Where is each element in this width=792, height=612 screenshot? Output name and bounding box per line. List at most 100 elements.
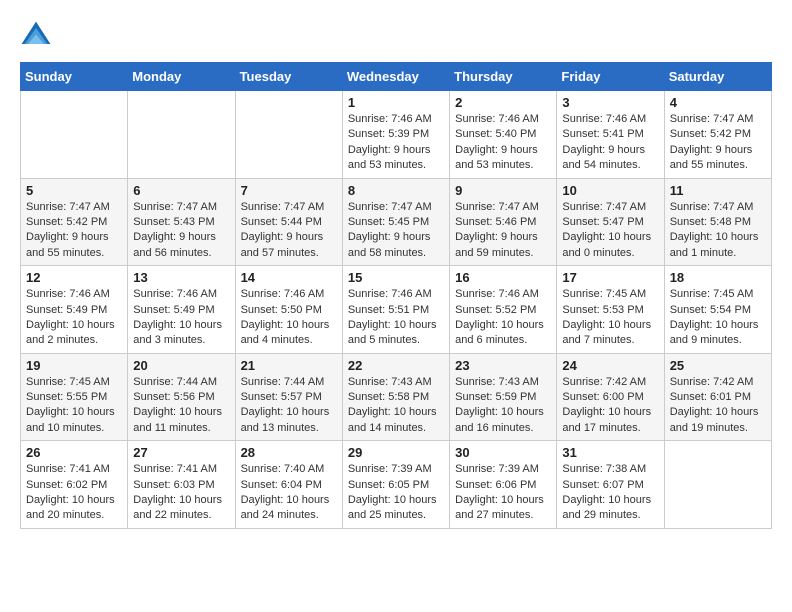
day-number: 13 [133,270,229,285]
calendar-cell: 30 Sunrise: 7:39 AM Sunset: 6:06 PM Dayli… [450,441,557,529]
day-number: 21 [241,358,337,373]
week-row: 1 Sunrise: 7:46 AM Sunset: 5:39 PM Daylig… [21,91,772,179]
calendar-cell [21,91,128,179]
calendar-cell: 31 Sunrise: 7:38 AM Sunset: 6:07 PM Dayli… [557,441,664,529]
day-number: 1 [348,95,444,110]
day-number: 28 [241,445,337,460]
day-number: 11 [670,183,766,198]
day-header-friday: Friday [557,63,664,91]
day-info: Sunrise: 7:39 AM Sunset: 6:06 PM Dayligh… [455,462,551,524]
calendar-cell: 10Sunrise: 7:47 AM Sunset: 5:47 PM Dayli… [557,178,664,266]
week-row: 12 Sunrise: 7:46 AM Sunset: 5:49 PM Dayli… [21,266,772,354]
week-row: 5 Sunrise: 7:47 AM Sunset: 5:42 PM Daylig… [21,178,772,266]
day-info: Sunrise: 7:39 AM Sunset: 6:05 PM Dayligh… [348,462,444,524]
day-info: Sunrise: 7:46 AM Sunset: 5:40 PM Dayligh… [455,112,551,174]
week-row: 26 Sunrise: 7:41 AM Sunset: 6:02 PM Dayli… [21,441,772,529]
day-number: 24 [562,358,658,373]
day-info: Sunrise: 7:46 AM Sunset: 5:49 PM Dayligh… [26,287,122,349]
day-info: Sunrise: 7:47 AM Sunset: 5:46 PM Dayligh… [455,200,551,262]
calendar-cell [128,91,235,179]
day-info: Sunrise: 7:40 AM Sunset: 6:04 PM Dayligh… [241,462,337,524]
day-info: Sunrise: 7:46 AM Sunset: 5:51 PM Dayligh… [348,287,444,349]
day-number: 31 [562,445,658,460]
calendar-cell: 4 Sunrise: 7:47 AM Sunset: 5:42 PM Daylig… [664,91,771,179]
calendar-cell: 11 Sunrise: 7:47 AM Sunset: 5:48 PM Dayli… [664,178,771,266]
calendar-cell: 17 Sunrise: 7:45 AM Sunset: 5:53 PM Dayli… [557,266,664,354]
day-info: Sunrise: 7:47 AM Sunset: 5:48 PM Dayligh… [670,200,766,262]
day-number: 5 [26,183,122,198]
calendar-cell: 1 Sunrise: 7:46 AM Sunset: 5:39 PM Daylig… [342,91,449,179]
header-row: SundayMondayTuesdayWednesdayThursdayFrid… [21,63,772,91]
day-number: 18 [670,270,766,285]
day-number: 8 [348,183,444,198]
day-info: Sunrise: 7:45 AM Sunset: 5:55 PM Dayligh… [26,375,122,437]
calendar-cell [664,441,771,529]
calendar-cell: 23 Sunrise: 7:43 AM Sunset: 5:59 PM Dayli… [450,353,557,441]
calendar-cell: 28 Sunrise: 7:40 AM Sunset: 6:04 PM Dayli… [235,441,342,529]
header [20,20,772,52]
day-info: Sunrise: 7:44 AM Sunset: 5:57 PM Dayligh… [241,375,337,437]
calendar-cell: 22Sunrise: 7:43 AM Sunset: 5:58 PM Dayli… [342,353,449,441]
day-number: 29 [348,445,444,460]
day-number: 6 [133,183,229,198]
day-number: 17 [562,270,658,285]
day-number: 4 [670,95,766,110]
day-header-saturday: Saturday [664,63,771,91]
day-info: Sunrise: 7:38 AM Sunset: 6:07 PM Dayligh… [562,462,658,524]
day-header-sunday: Sunday [21,63,128,91]
day-number: 30 [455,445,551,460]
day-info: Sunrise: 7:45 AM Sunset: 5:54 PM Dayligh… [670,287,766,349]
day-number: 12 [26,270,122,285]
calendar-cell: 14Sunrise: 7:46 AM Sunset: 5:50 PM Dayli… [235,266,342,354]
calendar-cell [235,91,342,179]
day-info: Sunrise: 7:46 AM Sunset: 5:49 PM Dayligh… [133,287,229,349]
day-info: Sunrise: 7:47 AM Sunset: 5:45 PM Dayligh… [348,200,444,262]
calendar-cell: 12 Sunrise: 7:46 AM Sunset: 5:49 PM Dayli… [21,266,128,354]
day-info: Sunrise: 7:46 AM Sunset: 5:39 PM Dayligh… [348,112,444,174]
day-number: 3 [562,95,658,110]
calendar-cell: 2Sunrise: 7:46 AM Sunset: 5:40 PM Daylig… [450,91,557,179]
calendar-cell: 26 Sunrise: 7:41 AM Sunset: 6:02 PM Dayli… [21,441,128,529]
day-info: Sunrise: 7:44 AM Sunset: 5:56 PM Dayligh… [133,375,229,437]
calendar-cell: 7 Sunrise: 7:47 AM Sunset: 5:44 PM Daylig… [235,178,342,266]
logo-icon [20,20,52,52]
day-header-thursday: Thursday [450,63,557,91]
page: SundayMondayTuesdayWednesdayThursdayFrid… [0,0,792,539]
day-info: Sunrise: 7:42 AM Sunset: 6:01 PM Dayligh… [670,375,766,437]
day-header-monday: Monday [128,63,235,91]
calendar-cell: 24Sunrise: 7:42 AM Sunset: 6:00 PM Dayli… [557,353,664,441]
day-info: Sunrise: 7:43 AM Sunset: 5:59 PM Dayligh… [455,375,551,437]
day-number: 23 [455,358,551,373]
logo [20,20,56,52]
calendar-cell: 29 Sunrise: 7:39 AM Sunset: 6:05 PM Dayli… [342,441,449,529]
day-number: 26 [26,445,122,460]
calendar-cell: 27Sunrise: 7:41 AM Sunset: 6:03 PM Dayli… [128,441,235,529]
day-info: Sunrise: 7:47 AM Sunset: 5:42 PM Dayligh… [670,112,766,174]
day-number: 20 [133,358,229,373]
day-number: 19 [26,358,122,373]
day-header-tuesday: Tuesday [235,63,342,91]
day-info: Sunrise: 7:46 AM Sunset: 5:52 PM Dayligh… [455,287,551,349]
calendar-cell: 5 Sunrise: 7:47 AM Sunset: 5:42 PM Daylig… [21,178,128,266]
calendar-cell: 15Sunrise: 7:46 AM Sunset: 5:51 PM Dayli… [342,266,449,354]
day-info: Sunrise: 7:45 AM Sunset: 5:53 PM Dayligh… [562,287,658,349]
day-number: 16 [455,270,551,285]
day-info: Sunrise: 7:47 AM Sunset: 5:43 PM Dayligh… [133,200,229,262]
day-info: Sunrise: 7:41 AM Sunset: 6:02 PM Dayligh… [26,462,122,524]
calendar-cell: 21 Sunrise: 7:44 AM Sunset: 5:57 PM Dayli… [235,353,342,441]
day-info: Sunrise: 7:46 AM Sunset: 5:50 PM Dayligh… [241,287,337,349]
calendar-cell: 25Sunrise: 7:42 AM Sunset: 6:01 PM Dayli… [664,353,771,441]
day-number: 7 [241,183,337,198]
day-number: 9 [455,183,551,198]
day-info: Sunrise: 7:47 AM Sunset: 5:47 PM Dayligh… [562,200,658,262]
calendar-cell: 3Sunrise: 7:46 AM Sunset: 5:41 PM Daylig… [557,91,664,179]
day-info: Sunrise: 7:47 AM Sunset: 5:44 PM Dayligh… [241,200,337,262]
day-info: Sunrise: 7:47 AM Sunset: 5:42 PM Dayligh… [26,200,122,262]
calendar-cell: 19 Sunrise: 7:45 AM Sunset: 5:55 PM Dayli… [21,353,128,441]
calendar-cell: 8 Sunrise: 7:47 AM Sunset: 5:45 PM Daylig… [342,178,449,266]
calendar-cell: 16 Sunrise: 7:46 AM Sunset: 5:52 PM Dayli… [450,266,557,354]
calendar-cell: 13 Sunrise: 7:46 AM Sunset: 5:49 PM Dayli… [128,266,235,354]
calendar-cell: 20 Sunrise: 7:44 AM Sunset: 5:56 PM Dayli… [128,353,235,441]
day-header-wednesday: Wednesday [342,63,449,91]
calendar-cell: 18 Sunrise: 7:45 AM Sunset: 5:54 PM Dayli… [664,266,771,354]
